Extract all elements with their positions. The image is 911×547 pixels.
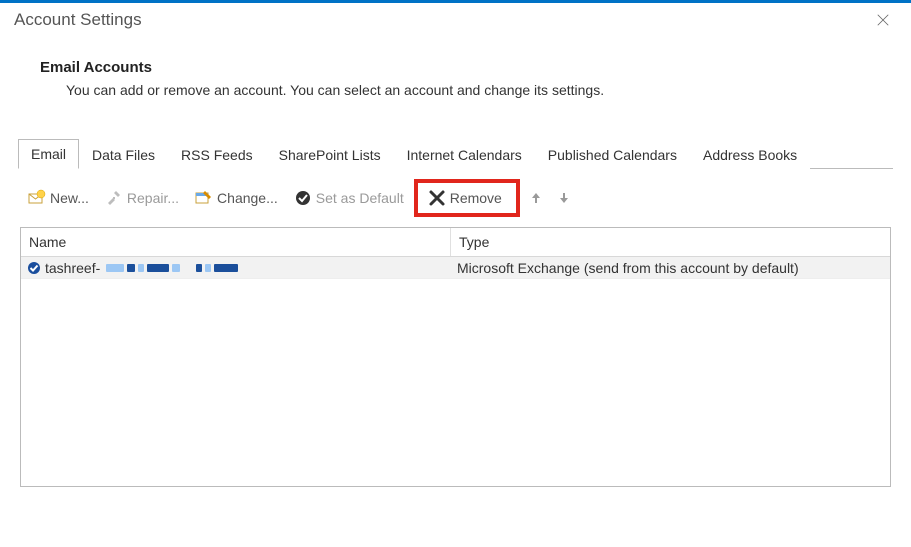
arrow-down-icon — [556, 190, 572, 206]
repair-button[interactable]: Repair... — [99, 187, 185, 209]
tab-address-books[interactable]: Address Books — [690, 140, 810, 169]
move-down-button[interactable] — [552, 188, 576, 208]
close-button[interactable] — [863, 5, 903, 35]
tab-internet-calendars[interactable]: Internet Calendars — [394, 140, 535, 169]
remove-button[interactable]: Remove — [422, 187, 508, 209]
change-button[interactable]: Change... — [189, 187, 284, 209]
account-type: Microsoft Exchange (send from this accou… — [451, 260, 890, 276]
redacted-text — [106, 264, 238, 272]
change-icon — [195, 189, 213, 207]
column-header-name[interactable]: Name — [21, 228, 451, 256]
account-row[interactable]: tashreef- Microsoft Exchange (send from … — [21, 257, 890, 279]
accounts-grid: Name Type tashreef- — [20, 227, 891, 487]
tab-sharepoint-lists[interactable]: SharePoint Lists — [266, 140, 394, 169]
set-default-label: Set as Default — [316, 190, 404, 206]
repair-label: Repair... — [127, 190, 179, 206]
new-mail-icon — [28, 189, 46, 207]
new-button[interactable]: New... — [22, 187, 95, 209]
tab-published-calendars[interactable]: Published Calendars — [535, 140, 690, 169]
tab-strip: Email Data Files RSS Feeds SharePoint Li… — [18, 138, 893, 169]
change-label: Change... — [217, 190, 278, 206]
remove-highlight: Remove — [414, 179, 520, 217]
toolbar: New... Repair... — [18, 169, 893, 227]
remove-icon — [428, 189, 446, 207]
arrow-up-icon — [528, 190, 544, 206]
section-heading: Email Accounts — [40, 59, 871, 76]
window-title: Account Settings — [14, 10, 863, 30]
move-up-button[interactable] — [524, 188, 548, 208]
default-account-icon — [27, 261, 41, 275]
section-description: You can add or remove an account. You ca… — [40, 82, 871, 98]
column-header-type[interactable]: Type — [451, 228, 890, 256]
set-default-button[interactable]: Set as Default — [288, 187, 410, 209]
remove-label: Remove — [450, 190, 502, 206]
tools-icon — [105, 189, 123, 207]
check-circle-icon — [294, 189, 312, 207]
tab-data-files[interactable]: Data Files — [79, 140, 168, 169]
tab-rss-feeds[interactable]: RSS Feeds — [168, 140, 266, 169]
new-label: New... — [50, 190, 89, 206]
account-name: tashreef- — [45, 260, 100, 276]
tab-email[interactable]: Email — [18, 139, 79, 169]
